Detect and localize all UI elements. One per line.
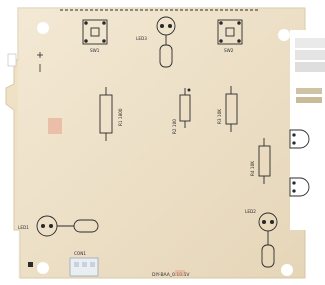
mount-hole-br: [281, 264, 293, 276]
pcb-photo: SW1 SW2 LED3 R1 1800 R2 100 R3 10K R4 10…: [0, 0, 325, 285]
con1-connector: [69, 257, 99, 277]
mount-hole-tr: [278, 29, 290, 41]
r4-label: R4 10K: [250, 161, 255, 176]
r2-label: R2 100: [172, 119, 177, 134]
red-stain-mark: [48, 118, 62, 134]
led2-label: LED2: [245, 209, 256, 214]
con1-label: CON1: [74, 251, 86, 256]
pcb-board: SW1 SW2 LED3 R1 1800 R2 100 R3 10K R4 10…: [0, 0, 325, 285]
sw1-label: SW1: [90, 48, 100, 53]
red-stain-mark-2: [175, 270, 185, 276]
test-pad: [28, 262, 33, 267]
r3-label: R3 10K: [217, 109, 222, 124]
r1-label: R1 1800: [118, 108, 123, 126]
led3-label: LED3: [136, 36, 147, 41]
sw2-label: SW2: [224, 48, 234, 53]
led1-label: LED1: [18, 225, 29, 230]
mount-hole-bl: [37, 262, 49, 274]
mount-hole-tl: [37, 22, 49, 34]
